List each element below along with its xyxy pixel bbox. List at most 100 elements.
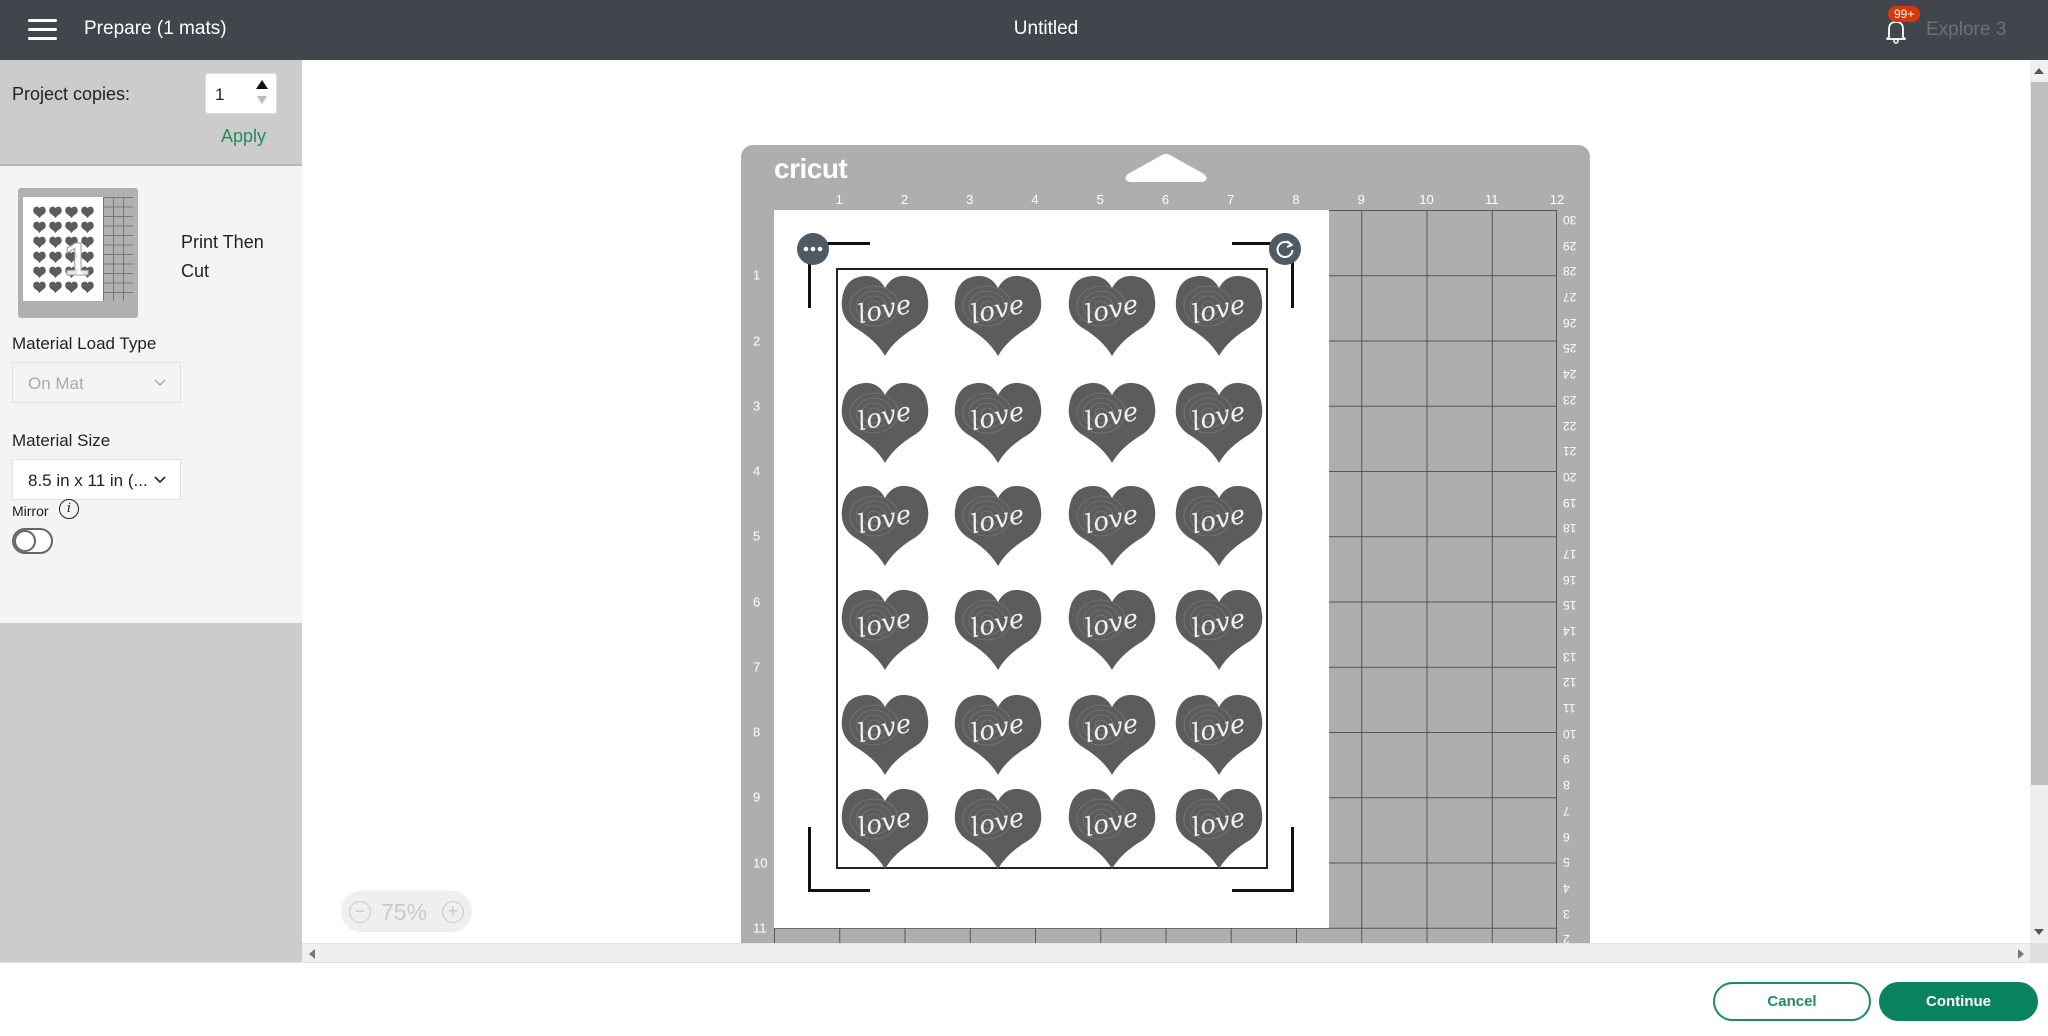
mat-canvas[interactable]: cricut love love love love love love love love l… <box>302 60 2030 943</box>
love-heart-image[interactable]: love <box>1174 785 1264 869</box>
right-ruler-cm-label: 4 <box>1563 880 1570 895</box>
thumbnail-heart <box>49 280 62 293</box>
right-ruler-cm-label: 21 <box>1563 444 1577 459</box>
vertical-scroll-thumb[interactable] <box>2031 82 2048 785</box>
top-ruler-label: 10 <box>1419 192 1434 207</box>
selection-box[interactable]: love love love love love love love love love love… <box>836 268 1268 869</box>
project-copies-stepper[interactable]: 1 <box>205 73 277 114</box>
love-heart-image[interactable]: love <box>1174 586 1264 670</box>
love-heart-image[interactable]: love <box>840 586 930 670</box>
mirror-toggle[interactable] <box>12 528 53 554</box>
right-ruler-cm-label: 10 <box>1563 726 1577 741</box>
right-ruler-cm-label: 11 <box>1563 701 1576 716</box>
chevron-down-icon <box>154 379 166 387</box>
apply-button[interactable]: Apply <box>221 126 266 147</box>
love-heart-image[interactable]: love <box>840 379 930 463</box>
scroll-up-arrow-icon[interactable] <box>2034 68 2044 74</box>
right-ruler-cm-label: 19 <box>1563 495 1577 510</box>
right-ruler-cm-label: 29 <box>1563 238 1577 253</box>
right-ruler-cm-label: 27 <box>1563 290 1577 305</box>
material-size-select[interactable]: 8.5 in x 11 in (... <box>12 459 181 500</box>
paper-sheet: love love love love love love love love love love… <box>774 210 1329 928</box>
love-heart-image[interactable]: love <box>840 482 930 566</box>
scroll-right-arrow-icon[interactable] <box>2018 949 2024 959</box>
love-heart-image[interactable]: love <box>1067 379 1157 463</box>
project-title[interactable]: Untitled <box>1014 18 1078 39</box>
top-ruler-label: 5 <box>1096 192 1104 207</box>
right-ruler-cm-label: 17 <box>1563 546 1577 561</box>
left-ruler-label: 1 <box>753 267 761 283</box>
cricut-logo: cricut <box>774 153 848 184</box>
material-size-value: 8.5 in x 11 in (... <box>28 471 148 490</box>
love-heart-image[interactable]: love <box>1174 482 1264 566</box>
right-ruler-cm-label: 20 <box>1563 469 1577 484</box>
decrement-arrow-icon[interactable] <box>257 96 267 104</box>
continue-button[interactable]: Continue <box>1879 982 2038 1021</box>
scroll-down-arrow-icon[interactable] <box>2034 929 2044 935</box>
cutting-mat: cricut love love love love love love love love l… <box>741 145 1590 943</box>
scroll-left-arrow-icon[interactable] <box>309 949 315 959</box>
hamburger-menu-icon[interactable] <box>28 19 57 41</box>
more-options-icon[interactable] <box>797 233 829 265</box>
left-ruler-label: 5 <box>753 528 761 544</box>
right-ruler-cm-label: 3 <box>1563 906 1570 921</box>
love-heart-image[interactable]: love <box>953 379 1043 463</box>
love-heart-image[interactable]: love <box>1174 379 1264 463</box>
mirror-label: Mirror <box>12 503 49 519</box>
top-ruler-label: 8 <box>1292 192 1300 207</box>
thumbnail-heart <box>49 205 62 218</box>
horizontal-scrollbar[interactable] <box>302 943 2030 962</box>
thumbnail-heart <box>33 205 46 218</box>
left-ruler-label: 4 <box>753 463 761 479</box>
info-icon[interactable]: i <box>59 499 79 519</box>
project-copies-input[interactable]: 1 <box>215 85 224 105</box>
love-heart-image[interactable]: love <box>953 586 1043 670</box>
top-ruler-label: 9 <box>1357 192 1365 207</box>
love-heart-image[interactable]: love <box>953 785 1043 869</box>
top-bar: Prepare (1 mats) Untitled 99+ Explore 3 <box>0 0 2048 60</box>
love-heart-image[interactable]: love <box>1174 691 1264 775</box>
love-heart-image[interactable]: love <box>1067 272 1157 356</box>
increment-arrow-icon[interactable] <box>256 80 268 89</box>
love-heart-image[interactable]: love <box>953 691 1043 775</box>
thumbnail-heart <box>33 220 46 233</box>
plus-circle-icon[interactable]: + <box>442 901 464 923</box>
thumbnail-heart <box>65 220 78 233</box>
love-heart-image[interactable]: love <box>840 272 930 356</box>
love-heart-image[interactable]: love <box>953 272 1043 356</box>
material-load-type-select[interactable]: On Mat <box>12 362 181 403</box>
left-ruler-label: 9 <box>753 789 761 805</box>
love-heart-image[interactable]: love <box>1067 482 1157 566</box>
love-heart-image[interactable]: love <box>840 691 930 775</box>
right-ruler-cm-label: 23 <box>1563 392 1577 407</box>
scrollbar-corner <box>2030 943 2048 962</box>
love-heart-image[interactable]: love <box>1067 785 1157 869</box>
material-load-type-label: Material Load Type <box>12 334 157 353</box>
top-ruler-label: 11 <box>1485 192 1499 207</box>
cancel-button[interactable]: Cancel <box>1713 982 1871 1021</box>
prepare-title: Prepare (1 mats) <box>84 18 227 39</box>
vertical-scrollbar[interactable] <box>2030 60 2048 943</box>
love-heart-image[interactable]: love <box>1067 691 1157 775</box>
rotate-icon[interactable] <box>1269 233 1301 265</box>
left-ruler-label: 2 <box>753 333 761 348</box>
mat-list-item[interactable]: 1 Print Then Cut Material Load Type On M… <box>0 166 302 623</box>
chevron-down-icon <box>154 476 166 484</box>
left-ruler-label: 11 <box>753 920 767 936</box>
love-heart-image[interactable]: love <box>840 785 930 869</box>
love-heart-image[interactable]: love <box>1067 586 1157 670</box>
machine-selector[interactable]: Explore 3 <box>1926 19 2006 41</box>
minus-circle-icon[interactable]: − <box>349 901 371 923</box>
top-ruler-label: 6 <box>1161 192 1170 207</box>
thumbnail-heart <box>65 205 78 218</box>
project-title-wrap: Untitled <box>0 18 2048 40</box>
zoom-control: − 75% + <box>341 891 472 932</box>
thumbnail-heart <box>33 235 46 248</box>
footer-bar: Cancel Continue <box>0 962 2048 1036</box>
right-ruler-cm-label: 24 <box>1563 367 1577 382</box>
mat-number: 1 <box>64 233 91 286</box>
love-heart-image[interactable]: love <box>953 482 1043 566</box>
thumbnail-heart <box>33 250 46 263</box>
love-heart-image[interactable]: love <box>1174 272 1264 356</box>
mat-thumbnail[interactable]: 1 <box>18 188 138 318</box>
